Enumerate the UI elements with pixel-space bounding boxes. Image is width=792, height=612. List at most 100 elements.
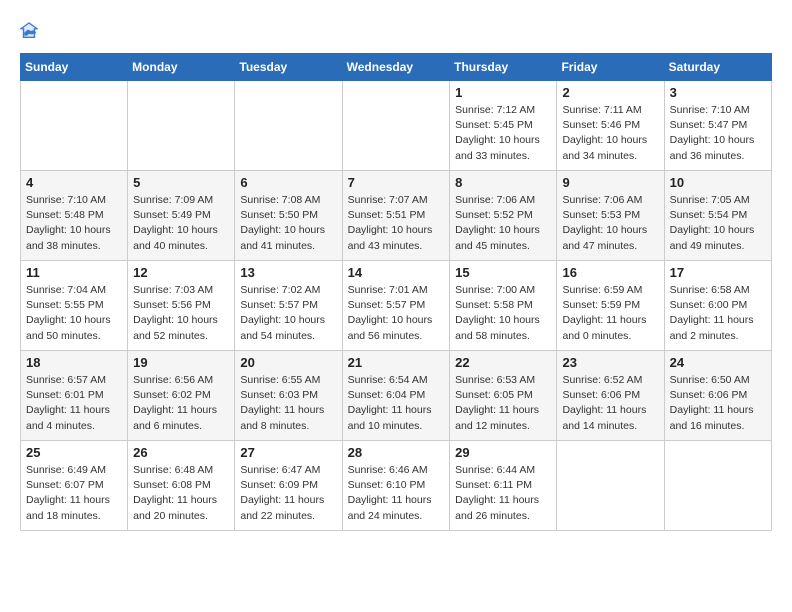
day-number: 10 (670, 175, 766, 190)
day-number: 20 (240, 355, 336, 370)
logo-icon (20, 22, 38, 40)
calendar-cell: 22 Sunrise: 6:53 AMSunset: 6:05 PMDayligh… (450, 351, 557, 441)
calendar-cell: 28 Sunrise: 6:46 AMSunset: 6:10 PMDayligh… (342, 441, 450, 531)
logo (20, 20, 40, 45)
header-cell-thursday: Thursday (450, 54, 557, 81)
calendar-cell: 10 Sunrise: 7:05 AMSunset: 5:54 PMDayligh… (664, 171, 771, 261)
header-cell-wednesday: Wednesday (342, 54, 450, 81)
calendar-cell: 21 Sunrise: 6:54 AMSunset: 6:04 PMDayligh… (342, 351, 450, 441)
calendar-cell (235, 81, 342, 171)
day-info: Sunrise: 7:08 AMSunset: 5:50 PMDaylight:… (240, 193, 336, 254)
calendar-cell: 25Sunrise: 6:49 AMSunset: 6:07 PMDayligh… (21, 441, 128, 531)
day-info: Sunrise: 6:44 AMSunset: 6:11 PMDaylight:… (455, 463, 551, 524)
day-info: Sunrise: 6:54 AMSunset: 6:04 PMDaylight:… (348, 373, 445, 434)
day-info: Sunrise: 6:59 AMSunset: 5:59 PMDaylight:… (562, 283, 658, 344)
calendar-cell: 2 Sunrise: 7:11 AMSunset: 5:46 PMDaylight… (557, 81, 664, 171)
calendar-cell: 8 Sunrise: 7:06 AMSunset: 5:52 PMDaylight… (450, 171, 557, 261)
calendar-cell: 14 Sunrise: 7:01 AMSunset: 5:57 PMDayligh… (342, 261, 450, 351)
day-info: Sunrise: 6:46 AMSunset: 6:10 PMDaylight:… (348, 463, 445, 524)
calendar-cell: 4Sunrise: 7:10 AMSunset: 5:48 PMDaylight… (21, 171, 128, 261)
day-number: 7 (348, 175, 445, 190)
calendar-cell: 12 Sunrise: 7:03 AMSunset: 5:56 PMDayligh… (128, 261, 235, 351)
day-number: 8 (455, 175, 551, 190)
day-number: 2 (562, 85, 658, 100)
calendar-week-row: 25Sunrise: 6:49 AMSunset: 6:07 PMDayligh… (21, 441, 772, 531)
calendar-cell: 27 Sunrise: 6:47 AMSunset: 6:09 PMDayligh… (235, 441, 342, 531)
header-cell-sunday: Sunday (21, 54, 128, 81)
calendar-cell (664, 441, 771, 531)
day-number: 16 (562, 265, 658, 280)
calendar-cell (342, 81, 450, 171)
calendar-cell (128, 81, 235, 171)
day-number: 3 (670, 85, 766, 100)
day-number: 26 (133, 445, 229, 460)
calendar-cell: 24 Sunrise: 6:50 AMSunset: 6:06 PMDayligh… (664, 351, 771, 441)
day-number: 28 (348, 445, 445, 460)
calendar-cell: 26 Sunrise: 6:48 AMSunset: 6:08 PMDayligh… (128, 441, 235, 531)
day-number: 19 (133, 355, 229, 370)
day-number: 21 (348, 355, 445, 370)
calendar-cell: 6Sunrise: 7:08 AMSunset: 5:50 PMDaylight… (235, 171, 342, 261)
calendar-cell: 20Sunrise: 6:55 AMSunset: 6:03 PMDayligh… (235, 351, 342, 441)
day-number: 18 (26, 355, 122, 370)
calendar-cell: 7 Sunrise: 7:07 AMSunset: 5:51 PMDaylight… (342, 171, 450, 261)
day-number: 27 (240, 445, 336, 460)
header-cell-monday: Monday (128, 54, 235, 81)
calendar-cell: 18 Sunrise: 6:57 AMSunset: 6:01 PMDayligh… (21, 351, 128, 441)
day-info: Sunrise: 6:48 AMSunset: 6:08 PMDaylight:… (133, 463, 229, 524)
day-number: 14 (348, 265, 445, 280)
header-cell-friday: Friday (557, 54, 664, 81)
day-info: Sunrise: 6:52 AMSunset: 6:06 PMDaylight:… (562, 373, 658, 434)
day-info: Sunrise: 6:58 AMSunset: 6:00 PMDaylight:… (670, 283, 766, 344)
calendar-week-row: 11 Sunrise: 7:04 AMSunset: 5:55 PMDayligh… (21, 261, 772, 351)
day-number: 11 (26, 265, 122, 280)
day-info: Sunrise: 6:49 AMSunset: 6:07 PMDaylight:… (26, 463, 122, 524)
header (20, 20, 772, 45)
calendar-cell: 3 Sunrise: 7:10 AMSunset: 5:47 PMDaylight… (664, 81, 771, 171)
day-info: Sunrise: 7:11 AMSunset: 5:46 PMDaylight:… (562, 103, 658, 164)
calendar-cell: 19 Sunrise: 6:56 AMSunset: 6:02 PMDayligh… (128, 351, 235, 441)
day-info: Sunrise: 7:12 AMSunset: 5:45 PMDaylight:… (455, 103, 551, 164)
calendar-cell: 5 Sunrise: 7:09 AMSunset: 5:49 PMDaylight… (128, 171, 235, 261)
day-info: Sunrise: 6:56 AMSunset: 6:02 PMDaylight:… (133, 373, 229, 434)
day-info: Sunrise: 7:04 AMSunset: 5:55 PMDaylight:… (26, 283, 122, 344)
day-info: Sunrise: 7:09 AMSunset: 5:49 PMDaylight:… (133, 193, 229, 254)
day-info: Sunrise: 7:01 AMSunset: 5:57 PMDaylight:… (348, 283, 445, 344)
day-number: 5 (133, 175, 229, 190)
day-info: Sunrise: 6:57 AMSunset: 6:01 PMDaylight:… (26, 373, 122, 434)
calendar-cell: 1 Sunrise: 7:12 AMSunset: 5:45 PMDaylight… (450, 81, 557, 171)
calendar-cell: 15 Sunrise: 7:00 AMSunset: 5:58 PMDayligh… (450, 261, 557, 351)
day-number: 1 (455, 85, 551, 100)
calendar-week-row: 18 Sunrise: 6:57 AMSunset: 6:01 PMDayligh… (21, 351, 772, 441)
day-number: 13 (240, 265, 336, 280)
header-cell-saturday: Saturday (664, 54, 771, 81)
calendar-cell: 16 Sunrise: 6:59 AMSunset: 5:59 PMDayligh… (557, 261, 664, 351)
calendar-week-row: 4Sunrise: 7:10 AMSunset: 5:48 PMDaylight… (21, 171, 772, 261)
day-info: Sunrise: 7:02 AMSunset: 5:57 PMDaylight:… (240, 283, 336, 344)
calendar-cell (21, 81, 128, 171)
day-number: 17 (670, 265, 766, 280)
day-number: 12 (133, 265, 229, 280)
day-info: Sunrise: 7:00 AMSunset: 5:58 PMDaylight:… (455, 283, 551, 344)
day-info: Sunrise: 7:06 AMSunset: 5:53 PMDaylight:… (562, 193, 658, 254)
calendar-cell (557, 441, 664, 531)
calendar-table: SundayMondayTuesdayWednesdayThursdayFrid… (20, 53, 772, 531)
day-number: 9 (562, 175, 658, 190)
day-info: Sunrise: 6:53 AMSunset: 6:05 PMDaylight:… (455, 373, 551, 434)
calendar-cell: 9 Sunrise: 7:06 AMSunset: 5:53 PMDaylight… (557, 171, 664, 261)
day-number: 15 (455, 265, 551, 280)
day-info: Sunrise: 7:07 AMSunset: 5:51 PMDaylight:… (348, 193, 445, 254)
day-info: Sunrise: 7:03 AMSunset: 5:56 PMDaylight:… (133, 283, 229, 344)
day-info: Sunrise: 7:10 AMSunset: 5:48 PMDaylight:… (26, 193, 122, 254)
day-info: Sunrise: 6:47 AMSunset: 6:09 PMDaylight:… (240, 463, 336, 524)
day-info: Sunrise: 7:06 AMSunset: 5:52 PMDaylight:… (455, 193, 551, 254)
calendar-cell: 11 Sunrise: 7:04 AMSunset: 5:55 PMDayligh… (21, 261, 128, 351)
day-number: 22 (455, 355, 551, 370)
calendar-cell: 23Sunrise: 6:52 AMSunset: 6:06 PMDayligh… (557, 351, 664, 441)
day-info: Sunrise: 7:05 AMSunset: 5:54 PMDaylight:… (670, 193, 766, 254)
day-info: Sunrise: 6:50 AMSunset: 6:06 PMDaylight:… (670, 373, 766, 434)
day-info: Sunrise: 7:10 AMSunset: 5:47 PMDaylight:… (670, 103, 766, 164)
header-cell-tuesday: Tuesday (235, 54, 342, 81)
day-number: 24 (670, 355, 766, 370)
calendar-cell: 17 Sunrise: 6:58 AMSunset: 6:00 PMDayligh… (664, 261, 771, 351)
